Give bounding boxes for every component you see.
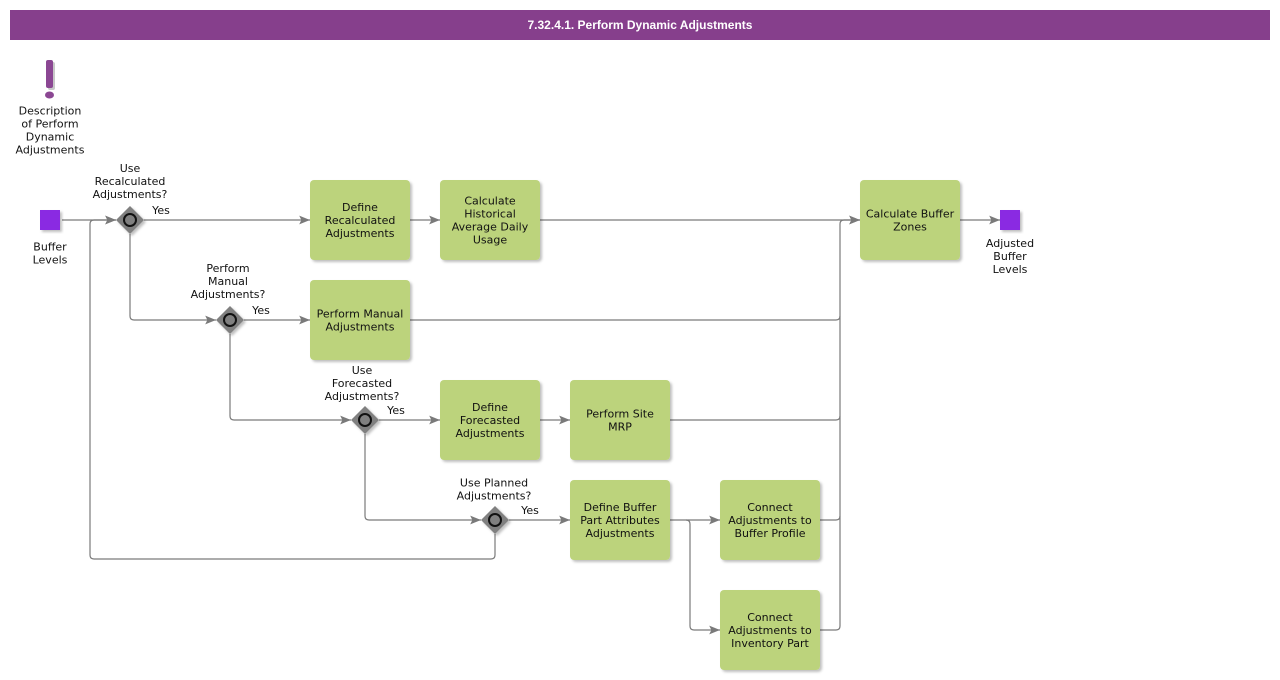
task-label: Define Buffer Part Attributes Adjustments <box>580 501 660 540</box>
task-label-line: Perform Site <box>586 408 654 421</box>
task-label-line: Part Attributes <box>580 514 660 527</box>
gateway-label-line: Adjustments? <box>457 490 532 503</box>
task-label-line: MRP <box>608 421 632 434</box>
task-label-line: Zones <box>893 221 927 234</box>
task-t7[interactable]: Define Buffer Part Attributes Adjustments <box>570 480 670 560</box>
annotation-label-line: of Perform <box>21 118 78 131</box>
task-label-line: Connect <box>747 611 793 624</box>
event-square <box>1000 210 1020 230</box>
gateway-g4[interactable] <box>481 506 509 534</box>
gateway-diamond <box>116 206 144 234</box>
gateway-label-line: Use <box>120 162 141 175</box>
task-label-line: Usage <box>473 234 508 247</box>
flow-label-yes: Yes <box>151 204 170 217</box>
task-t3[interactable]: Calculate Buffer Zones <box>860 180 960 260</box>
sequence-flow <box>670 415 841 421</box>
task-label-line: Calculate Buffer <box>866 208 955 221</box>
task-t4[interactable]: Perform Manual Adjustments <box>310 280 410 360</box>
task-t6[interactable]: Perform Site MRP <box>570 380 670 460</box>
process-diagram: Description of Perform Dynamic AdjustmentsB… <box>16 60 1034 670</box>
task-t5[interactable]: Define Forecasted Adjustments <box>440 380 540 460</box>
flow-label-yes: Yes <box>386 404 405 417</box>
annotation-label-line: Adjustments <box>16 144 85 157</box>
task-label-line: Forecasted <box>460 414 520 427</box>
task-t8[interactable]: Connect Adjustments to Buffer Profile <box>720 480 820 560</box>
exclamation-dot <box>45 91 54 99</box>
gateway-label-line: Adjustments? <box>93 188 168 201</box>
task-label-line: Adjustments to <box>728 514 812 527</box>
flow-label-yes: Yes <box>520 504 539 517</box>
end-event-label-line: Levels <box>993 263 1028 276</box>
gateway-diamond <box>351 406 379 434</box>
task-label-line: Adjustments <box>326 227 395 240</box>
task-t9[interactable]: Connect Adjustments to Inventory Part <box>720 590 820 670</box>
task-label-line: Historical <box>464 208 516 221</box>
start-event-label-line: Levels <box>33 254 68 267</box>
gateway-label: Perform Manual Adjustments? <box>191 262 266 301</box>
sequence-flow <box>410 315 841 321</box>
sequence-flow <box>129 234 216 325</box>
sequence-flow <box>820 515 841 521</box>
annotation-label-line: Dynamic <box>26 131 75 144</box>
end-event-label-line: Adjusted <box>986 237 1034 250</box>
task-label-line: Buffer Profile <box>734 527 805 540</box>
gateway-label-line: Use Planned <box>460 477 528 490</box>
task-label-line: Perform Manual <box>317 308 404 321</box>
gateway-label-line: Recalculated <box>95 175 166 188</box>
start-event-label: Buffer Levels <box>33 241 68 267</box>
gateway-label-line: Adjustments? <box>325 390 400 403</box>
gateway-label: Use Forecasted Adjustments? <box>325 364 400 403</box>
start-event[interactable]: Buffer Levels <box>33 210 68 267</box>
gateway-g3[interactable] <box>351 406 379 434</box>
task-label-line: Adjustments to <box>728 624 812 637</box>
annotation-label: Description of Perform Dynamic Adjustments <box>16 105 85 157</box>
gateway-diamond <box>216 306 244 334</box>
gateway-diamond <box>481 506 509 534</box>
end-event-label: Adjusted Buffer Levels <box>986 237 1034 276</box>
task-label-line: Connect <box>747 501 793 514</box>
gateway-label-line: Manual <box>208 275 248 288</box>
gateway-label-line: Adjustments? <box>191 288 266 301</box>
task-label-line: Adjustments <box>456 427 525 440</box>
task-label-line: Define <box>472 401 508 414</box>
task-label-line: Define <box>342 201 378 214</box>
task-label-line: Calculate <box>464 195 516 208</box>
sequence-flow <box>820 215 860 631</box>
gateway-label-line: Perform <box>206 262 249 275</box>
sequence-flow <box>89 215 496 560</box>
gateway-g2[interactable] <box>216 306 244 334</box>
gateway-label-line: Use <box>352 364 373 377</box>
diagram-nodes: Description of Perform Dynamic AdjustmentsB… <box>16 60 1034 670</box>
gateway-label-line: Forecasted <box>332 377 392 390</box>
task-label-line: Inventory Part <box>731 637 809 650</box>
sequence-flow <box>685 519 720 635</box>
task-label-line: Define Buffer <box>584 501 657 514</box>
task-t1[interactable]: Define Recalculated Adjustments <box>310 180 410 260</box>
gateway-label: Use Planned Adjustments? <box>457 477 532 503</box>
task-t2[interactable]: Calculate Historical Average Daily Usage <box>440 180 540 260</box>
annotation-label-line: Description <box>19 105 82 118</box>
task-label: Perform Manual Adjustments <box>317 308 404 334</box>
flow-label-yes: Yes <box>251 304 270 317</box>
event-square <box>40 210 60 230</box>
gateway-g1[interactable] <box>116 206 144 234</box>
task-label-line: Adjustments <box>586 527 655 540</box>
exclamation-icon <box>46 60 53 88</box>
annotation-description[interactable]: Description of Perform Dynamic Adjustments <box>16 60 85 157</box>
start-event-label-line: Buffer <box>33 241 67 254</box>
task-label-line: Recalculated <box>325 214 396 227</box>
end-event-label-line: Buffer <box>993 250 1027 263</box>
task-label-line: Average Daily <box>452 221 529 234</box>
gateway-label: Use Recalculated Adjustments? <box>93 162 168 201</box>
task-label-line: Adjustments <box>326 321 395 334</box>
